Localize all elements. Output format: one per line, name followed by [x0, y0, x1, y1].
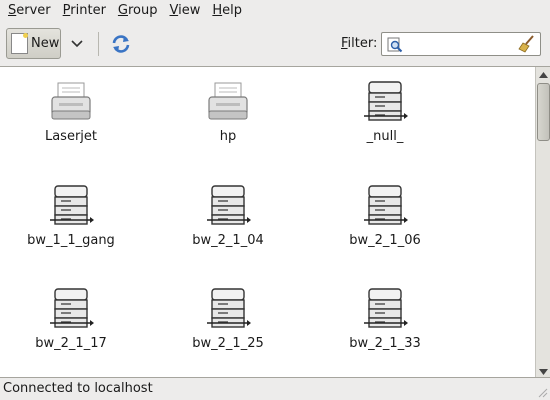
printer-item[interactable]: bw_2_1_06	[325, 183, 445, 248]
filter-input[interactable]	[406, 36, 514, 52]
printer-item[interactable]: Laserjet	[11, 79, 131, 144]
search-icon[interactable]	[387, 37, 403, 53]
scroll-thumb[interactable]	[537, 83, 550, 141]
printer-item[interactable]: bw_2_1_04	[168, 183, 288, 248]
printer-name: bw_2_1_17	[35, 336, 107, 351]
menu-server[interactable]: Server	[2, 0, 57, 22]
printer-name: bw_1_1_gang	[27, 233, 115, 248]
printer-item[interactable]: hp	[168, 79, 288, 144]
printer-icon-view[interactable]: Laserjet hp _null_ bw_1_1_gang bw_2_1_04…	[0, 66, 550, 378]
clear-broom-icon[interactable]	[517, 35, 537, 53]
menu-printer[interactable]: Printer	[57, 0, 112, 22]
arrow-up-icon	[539, 71, 548, 78]
chevron-down-icon	[71, 39, 83, 47]
new-document-icon	[11, 33, 28, 54]
printer-stack-icon	[207, 288, 251, 328]
printer-item[interactable]: bw_2_1_25	[168, 286, 288, 351]
printer-name: bw_2_1_06	[349, 233, 421, 248]
printer-name: hp	[219, 129, 237, 144]
new-button-label: New	[31, 36, 60, 51]
printer-stack-icon	[364, 288, 408, 328]
desktop-printer-icon	[51, 82, 91, 120]
printer-item[interactable]: bw_2_1_33	[325, 286, 445, 351]
menu-view[interactable]: View	[164, 0, 207, 22]
menubar: Server Printer Group View Help	[0, 0, 550, 22]
new-button[interactable]: New	[6, 28, 61, 59]
desktop-printer-icon	[208, 82, 248, 120]
menu-group[interactable]: Group	[112, 0, 164, 22]
arrow-down-icon	[539, 368, 548, 375]
filter-field[interactable]	[381, 32, 541, 56]
filter-label: Filter:	[341, 36, 378, 51]
printer-stack-icon	[207, 185, 251, 225]
printer-item[interactable]: _null_	[325, 79, 445, 144]
toolbar: New Filter:	[0, 22, 550, 66]
printer-stack-icon	[364, 185, 408, 225]
refresh-button[interactable]	[108, 32, 134, 56]
menu-help[interactable]: Help	[206, 0, 248, 22]
status-text: Connected to localhost	[3, 381, 153, 396]
scroll-down-button[interactable]	[537, 364, 550, 377]
printer-name: _null_	[366, 129, 404, 144]
statusbar: Connected to localhost	[0, 378, 550, 400]
printer-name: bw_2_1_33	[349, 336, 421, 351]
printer-stack-icon	[50, 185, 94, 225]
resize-grip-icon[interactable]	[536, 386, 548, 398]
printer-item[interactable]: bw_1_1_gang	[11, 183, 131, 248]
printer-item[interactable]: bw_2_1_17	[11, 286, 131, 351]
printer-stack-icon	[50, 288, 94, 328]
scroll-up-button[interactable]	[537, 67, 550, 82]
printer-name: Laserjet	[44, 129, 98, 144]
toolbar-separator	[98, 32, 99, 56]
new-dropdown-button[interactable]	[65, 28, 89, 59]
printer-stack-icon	[364, 81, 408, 121]
refresh-icon	[112, 35, 130, 53]
vertical-scrollbar[interactable]	[535, 67, 550, 377]
printer-name: bw_2_1_25	[192, 336, 264, 351]
printer-name: bw_2_1_04	[192, 233, 264, 248]
